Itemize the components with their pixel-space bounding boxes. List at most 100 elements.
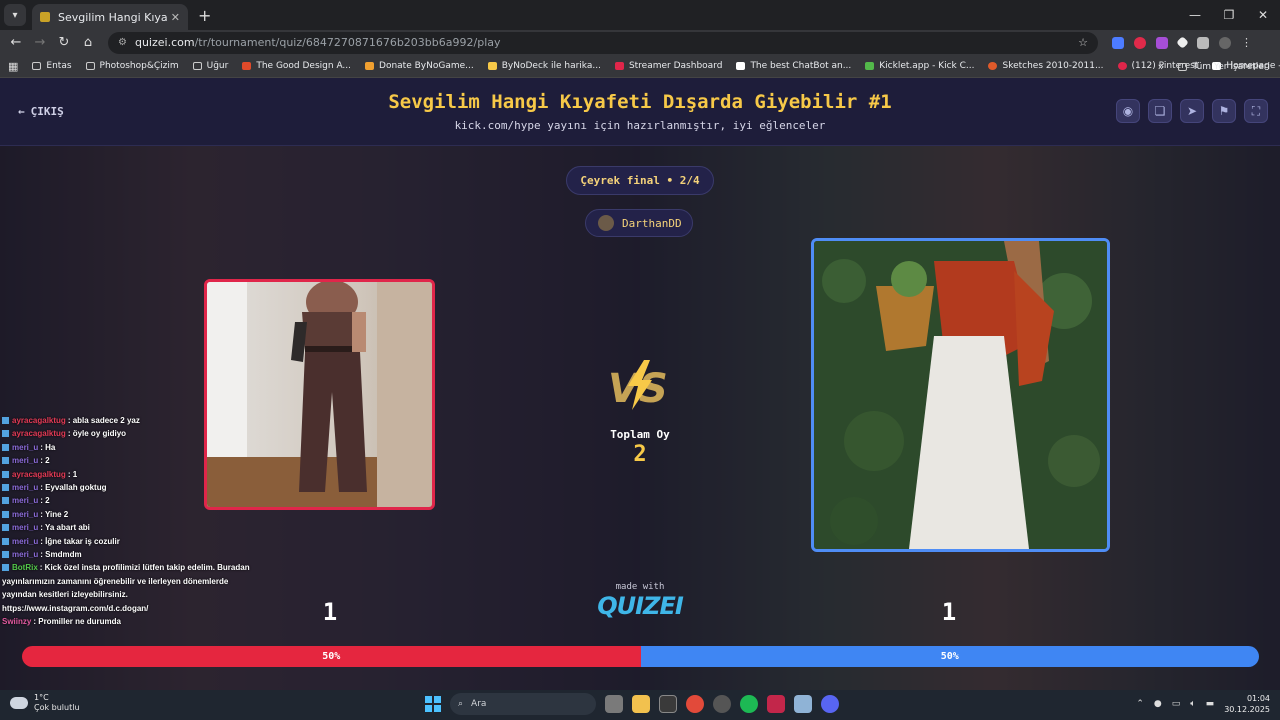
- bookmark-item[interactable]: Kicklet.app - Kick C...: [865, 61, 974, 71]
- bookmark-item[interactable]: Entas: [32, 61, 72, 71]
- extension-icon[interactable]: [1134, 36, 1146, 49]
- badge-icon: [2, 470, 9, 478]
- reload-icon[interactable]: ↻: [52, 35, 76, 50]
- battery-icon[interactable]: ▬: [1206, 699, 1215, 709]
- chat-text: : Yine 2: [40, 509, 69, 519]
- bookmark-item[interactable]: Photoshop&Çizim: [85, 61, 179, 71]
- eye-icon[interactable]: ◉: [1116, 99, 1140, 123]
- spotify-icon[interactable]: [740, 695, 758, 713]
- close-tab-icon[interactable]: ✕: [171, 11, 180, 24]
- chat-message: meri_u: Ya abart abi: [2, 521, 252, 534]
- chat-username: BotRix: [12, 563, 38, 573]
- app-icon[interactable]: [794, 695, 812, 713]
- restore-icon[interactable]: ❐: [1212, 0, 1246, 30]
- chat-text: : 2: [40, 496, 50, 506]
- discord-icon[interactable]: [821, 695, 839, 713]
- bookmark-item[interactable]: The best ChatBot an...: [736, 61, 851, 71]
- chat-text: : öyle oy gidiyo: [67, 429, 127, 439]
- chat-message: ayracagalktug: abla sadece 2 yaz: [2, 414, 252, 427]
- task-view-icon[interactable]: [605, 695, 623, 713]
- home-icon[interactable]: ⌂: [76, 35, 100, 50]
- taskbar-apps: ⌕ Ara: [425, 693, 839, 715]
- apps-grid-icon[interactable]: ▦: [8, 60, 18, 73]
- chevron-up-icon[interactable]: ⌃: [1136, 699, 1144, 709]
- extension-icon[interactable]: [1176, 36, 1189, 49]
- chat-username: meri_u: [12, 536, 39, 546]
- chat-username: meri_u: [12, 442, 39, 452]
- option-right-card[interactable]: [811, 238, 1110, 552]
- copy-icon[interactable]: ❏: [1148, 99, 1172, 123]
- flag-icon[interactable]: ⚑: [1212, 99, 1236, 123]
- url-path: /tr/tournament/quiz/6847270871676b203bb6…: [194, 36, 501, 49]
- chrome-icon[interactable]: [686, 695, 704, 713]
- tab-search-icon[interactable]: ▾: [4, 4, 26, 26]
- close-window-icon[interactable]: ✕: [1246, 0, 1280, 30]
- chat-username: meri_u: [12, 456, 39, 466]
- page-title: Sevgilim Hangi Kıyafeti Dışarda Giyebili…: [388, 91, 892, 113]
- forward-icon[interactable]: →: [28, 35, 52, 50]
- voter-name: DarthanDD: [622, 216, 682, 230]
- puzzle-icon[interactable]: [1197, 36, 1209, 49]
- badge-icon: [2, 443, 9, 451]
- store-icon[interactable]: [659, 695, 677, 713]
- bookmark-item[interactable]: Uğur: [192, 61, 228, 71]
- url-input[interactable]: ⚙ quizei.com /tr/tournament/quiz/6847270…: [108, 31, 1098, 54]
- badge-icon: [2, 430, 9, 438]
- total-votes-value: 2: [633, 442, 647, 467]
- send-icon[interactable]: ➤: [1180, 99, 1204, 123]
- chat-username: meri_u: [12, 496, 39, 506]
- chat-username: meri_u: [12, 509, 39, 519]
- clock[interactable]: 01:04 30.12.2025: [1224, 693, 1270, 715]
- chat-username: ayracagalktug: [12, 416, 66, 425]
- avatar[interactable]: [1219, 36, 1231, 49]
- bookmark-item[interactable]: Sketches 2010-2011...: [988, 61, 1104, 71]
- all-bookmarks-folder[interactable]: Tüm Yer İşaretleri: [1178, 62, 1270, 72]
- windows-start-icon[interactable]: [425, 696, 441, 712]
- window-controls: — ❐ ✕: [1178, 0, 1280, 30]
- chat-username: ayracagalktug: [12, 429, 66, 439]
- bookmark-item[interactable]: Streamer Dashboard: [614, 61, 722, 71]
- chat-message: meri_u: Yine 2: [2, 508, 252, 521]
- bookmark-item[interactable]: The Good Design A...: [242, 61, 351, 71]
- vote-progress-bar: 50% 50%: [22, 646, 1259, 667]
- fullscreen-icon[interactable]: ⛶: [1244, 99, 1268, 123]
- browser-menu-icon[interactable]: ⋮: [1241, 36, 1252, 49]
- app-icon[interactable]: [713, 695, 731, 713]
- chat-username: ayracagalktug: [12, 469, 66, 479]
- chat-message: meri_u: İğne takar iş cozulir: [2, 535, 252, 548]
- bookmark-star-icon[interactable]: ☆: [1078, 36, 1088, 49]
- chat-text: : abla sadece 2 yaz: [67, 416, 140, 425]
- weather-widget[interactable]: 1°C Çok bulutlu: [10, 693, 80, 713]
- app-icon[interactable]: [767, 695, 785, 713]
- taskbar-search[interactable]: ⌕ Ara: [450, 693, 596, 715]
- more-bookmarks-icon[interactable]: »: [1158, 60, 1165, 73]
- volume-icon[interactable]: 🔈︎: [1190, 699, 1195, 709]
- new-tab-icon[interactable]: +: [198, 6, 211, 25]
- badge-icon: [2, 484, 9, 492]
- cloud-icon: [10, 697, 28, 709]
- windows-taskbar: 1°C Çok bulutlu ⌕ Ara ⌃ ● ▭ 🔈︎ ▬ 01:04 3…: [0, 690, 1280, 720]
- network-icon[interactable]: ▭: [1172, 699, 1181, 709]
- bookmark-item[interactable]: ByNoDeck ile harika...: [487, 61, 601, 71]
- file-explorer-icon[interactable]: [632, 695, 650, 713]
- extension-icon[interactable]: [1112, 36, 1124, 49]
- quizei-logo[interactable]: QUIZEI: [590, 592, 690, 620]
- badge-icon: [2, 524, 9, 532]
- back-icon[interactable]: ←: [4, 35, 28, 50]
- time: 01:04: [1246, 694, 1270, 703]
- chat-message: meri_u: Eyvallah goktug: [2, 481, 252, 494]
- chat-message: BotRix: Kick özel insta profilimizi lütf…: [2, 561, 252, 615]
- extension-icon[interactable]: [1156, 36, 1168, 49]
- badge-icon: [2, 564, 9, 572]
- badge-icon: [2, 417, 9, 424]
- bookmark-item[interactable]: Donate ByNoGame...: [365, 61, 474, 71]
- minimize-icon[interactable]: —: [1178, 0, 1212, 30]
- right-score: 1: [941, 598, 957, 626]
- microphone-icon[interactable]: ●: [1154, 699, 1162, 709]
- made-with-label: made with: [615, 582, 665, 592]
- chat-text: : Eyvallah goktug: [40, 483, 107, 493]
- browser-tab[interactable]: Sevgilim Hangi Kıyafeti Dışarda ✕: [32, 4, 188, 30]
- extensions-area: ⋮: [1112, 36, 1252, 49]
- weather-text: Çok bulutlu: [34, 703, 80, 712]
- site-info-icon[interactable]: ⚙: [118, 37, 127, 48]
